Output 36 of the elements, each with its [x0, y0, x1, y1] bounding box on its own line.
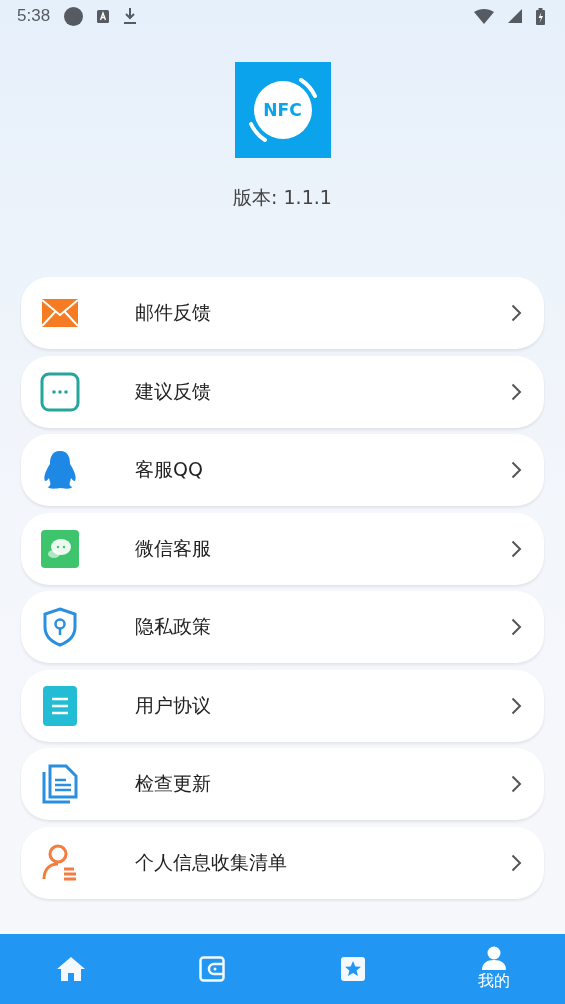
signal-icon [508, 9, 522, 23]
menu-item[interactable]: 建议反馈 [21, 355, 544, 428]
person-list-icon [42, 842, 78, 883]
circle-icon [64, 6, 84, 26]
document-icon [43, 685, 77, 726]
chevron-right-icon [511, 539, 522, 558]
menu-item[interactable]: 隐私政策 [21, 591, 544, 663]
menu-item[interactable]: 客服QQ [21, 434, 544, 506]
chevron-right-icon [511, 775, 522, 793]
chevron-right-icon [511, 618, 522, 636]
chevron-right-icon [511, 461, 522, 479]
menu-item[interactable]: 检查更新 [21, 748, 544, 820]
chevron-right-icon [511, 696, 522, 715]
download-icon [123, 8, 138, 24]
home-icon [55, 956, 86, 982]
chevron-right-icon [511, 304, 522, 322]
wifi-icon [474, 8, 494, 24]
version-text: 版本: 1.1.1 [233, 185, 332, 210]
chevron-right-icon [511, 382, 522, 401]
chat-bubble-icon [41, 529, 79, 568]
chat-dots-icon [40, 371, 80, 412]
wallet-icon [198, 956, 225, 982]
penguin-icon [42, 450, 78, 490]
battery-icon [536, 7, 545, 25]
person-icon [481, 946, 508, 970]
documents-icon [42, 764, 78, 804]
shield-icon [42, 607, 78, 647]
menu-item[interactable]: 个人信息收集清单 [21, 826, 544, 899]
keyboard-icon [97, 9, 110, 23]
menu-item[interactable]: 微信客服 [21, 512, 544, 585]
menu-item[interactable]: 用户协议 [21, 669, 544, 742]
status-time: 5:38 [17, 6, 51, 26]
chevron-right-icon [511, 853, 522, 872]
menu-item[interactable]: 邮件反馈 [21, 277, 544, 349]
envelope-icon [42, 299, 78, 327]
app-logo: NFC [234, 62, 331, 158]
